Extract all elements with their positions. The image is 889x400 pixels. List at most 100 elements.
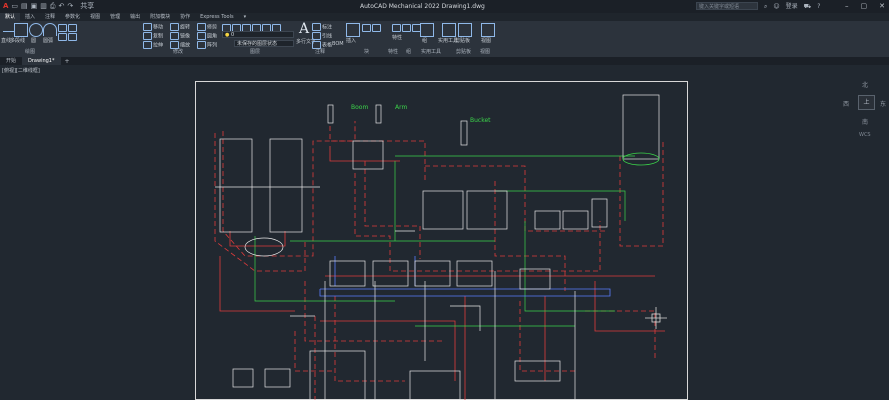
- tab-start[interactable]: 开始: [0, 57, 22, 65]
- draw-extra-icons[interactable]: [58, 24, 78, 32]
- help-icon[interactable]: ?: [817, 0, 820, 13]
- bom-label: BOM: [332, 41, 344, 47]
- fillet-tool[interactable]: 圆角: [197, 32, 217, 40]
- arc-icon[interactable]: [43, 23, 57, 36]
- panel-annotation[interactable]: 注释: [315, 48, 325, 57]
- white-components: [215, 94, 660, 400]
- tab-output[interactable]: 输出: [125, 13, 145, 21]
- panel-clipboard[interactable]: 剪贴板: [456, 48, 471, 57]
- tab-insert[interactable]: 插入: [20, 13, 40, 21]
- properties-icons[interactable]: [392, 24, 422, 32]
- label-arm: Arm: [395, 104, 407, 111]
- tab-manage[interactable]: 管理: [105, 13, 125, 21]
- undo-icon[interactable]: ↶: [59, 0, 65, 13]
- ucs-icon: [645, 307, 667, 329]
- print-icon[interactable]: ⎙: [50, 0, 56, 13]
- save-as-icon[interactable]: ▥: [40, 0, 47, 13]
- open-icon[interactable]: ▤: [21, 0, 28, 13]
- circle-icon[interactable]: [29, 23, 43, 37]
- viewcube-north[interactable]: 北: [862, 80, 868, 89]
- tab-drawing1[interactable]: Drawing1*: [22, 57, 61, 65]
- panel-labels: 绘图 修改 图层 注释 块 特性 组 实用工具 剪贴板 视图: [0, 48, 889, 57]
- move-tool[interactable]: 移动: [143, 23, 163, 31]
- red-dashed-lines: [214, 121, 664, 400]
- save-icon[interactable]: ▣: [31, 0, 38, 13]
- copy-tool[interactable]: 复制: [143, 32, 163, 40]
- leader-label: 引线: [322, 33, 333, 40]
- arc-tool[interactable]: 圆弧: [43, 37, 53, 44]
- maximize-icon[interactable]: ▢: [861, 0, 868, 13]
- rotate-tool[interactable]: 旋转: [170, 23, 190, 31]
- panel-utilities[interactable]: 实用工具: [421, 48, 441, 57]
- new-tab-icon[interactable]: +: [61, 58, 74, 65]
- cart-icon[interactable]: ⛟: [804, 0, 812, 13]
- search-input[interactable]: 键入关键字或短语: [696, 2, 758, 10]
- red-solid-lines: [219, 146, 665, 400]
- paste-icon[interactable]: [458, 23, 472, 37]
- panel-view[interactable]: 视图: [480, 48, 490, 57]
- text-icon[interactable]: A: [299, 21, 309, 37]
- layer-current-value: 0: [230, 32, 235, 38]
- trim-tool[interactable]: 修剪: [197, 23, 217, 31]
- fillet-label: 圆角: [207, 33, 218, 40]
- search-icon[interactable]: ⌕: [764, 0, 767, 13]
- wcs-menu[interactable]: WCS: [859, 132, 871, 138]
- group-tool[interactable]: 组: [422, 37, 427, 44]
- panel-properties[interactable]: 特性: [388, 48, 398, 57]
- viewcube-south[interactable]: 南: [862, 117, 868, 126]
- tab-parametric[interactable]: 参数化: [60, 13, 85, 21]
- new-icon[interactable]: ▭: [11, 0, 18, 13]
- clipboard-tool[interactable]: 剪贴板: [455, 37, 470, 44]
- lightbulb-icon: ●: [225, 32, 230, 38]
- trim-icon: [197, 23, 206, 31]
- view-tool[interactable]: 视图: [481, 37, 491, 44]
- layer-dropdown[interactable]: ● 0: [222, 31, 294, 38]
- share-button[interactable]: 共享: [80, 0, 94, 13]
- viewcube-west[interactable]: 西: [843, 99, 849, 108]
- close-icon[interactable]: ✕: [879, 0, 885, 13]
- app-logo-icon[interactable]: A: [3, 0, 8, 13]
- insert-block-tool[interactable]: 插入: [346, 37, 356, 44]
- group-icon[interactable]: [420, 23, 434, 37]
- properties-label-top[interactable]: 特性: [392, 34, 402, 41]
- panel-draw[interactable]: 绘图: [25, 48, 35, 57]
- panel-layers[interactable]: 图层: [250, 48, 260, 57]
- block-extra-icons[interactable]: [362, 24, 382, 32]
- leader-tool[interactable]: 引线: [312, 32, 332, 40]
- tab-annotate[interactable]: 注释: [40, 13, 60, 21]
- tab-home[interactable]: 默认: [0, 13, 21, 21]
- document-tabs: 开始 Drawing1* +: [0, 57, 889, 65]
- panel-groups[interactable]: 组: [406, 48, 411, 57]
- copy-label: 复制: [153, 33, 164, 40]
- draw-extra-icons-2[interactable]: [58, 33, 78, 41]
- polyline-tool[interactable]: 多段线: [10, 37, 25, 44]
- viewcube-east[interactable]: 东: [880, 99, 886, 108]
- tab-view[interactable]: 视图: [85, 13, 105, 21]
- view-icon[interactable]: [481, 23, 495, 37]
- panel-block[interactable]: 块: [364, 48, 369, 57]
- measure-icon[interactable]: [442, 23, 456, 37]
- panel-modify[interactable]: 修改: [173, 48, 183, 57]
- login-button[interactable]: 登录: [786, 0, 798, 13]
- redo-icon[interactable]: ↷: [67, 0, 73, 13]
- rotate-icon: [170, 23, 179, 31]
- layer-state-dropdown[interactable]: 未保存的图层状态: [234, 40, 294, 47]
- user-icon[interactable]: ☺: [773, 0, 779, 13]
- insert-block-icon[interactable]: [346, 23, 360, 37]
- dimension-tool[interactable]: 标注: [312, 23, 332, 31]
- title-bar: A ▭ ▤ ▣ ▥ ⎙ ↶ ↷ 共享 AutoCAD Mechanical 20…: [0, 0, 889, 13]
- tab-addins[interactable]: 附加模块: [145, 13, 175, 21]
- polyline-icon[interactable]: [14, 23, 28, 37]
- circle-tool[interactable]: 圆: [31, 37, 36, 44]
- mirror-tool[interactable]: 镜像: [170, 32, 190, 40]
- account-area: ⌕ ☺ 登录 ⛟ ?: [764, 0, 820, 13]
- bom-tool-inline[interactable]: BOM: [332, 41, 344, 47]
- tab-express-tools[interactable]: Express Tools: [195, 13, 238, 21]
- label-bucket: Bucket: [470, 117, 491, 124]
- tab-collaborate[interactable]: 协作: [175, 13, 195, 21]
- label-boom: Boom: [351, 104, 368, 111]
- minimize-icon[interactable]: –: [845, 0, 849, 13]
- viewcube-face[interactable]: 上: [858, 95, 875, 110]
- ribbon-options-icon[interactable]: ▾: [239, 13, 252, 21]
- viewport-label[interactable]: [俯视][二维线框]: [2, 67, 40, 74]
